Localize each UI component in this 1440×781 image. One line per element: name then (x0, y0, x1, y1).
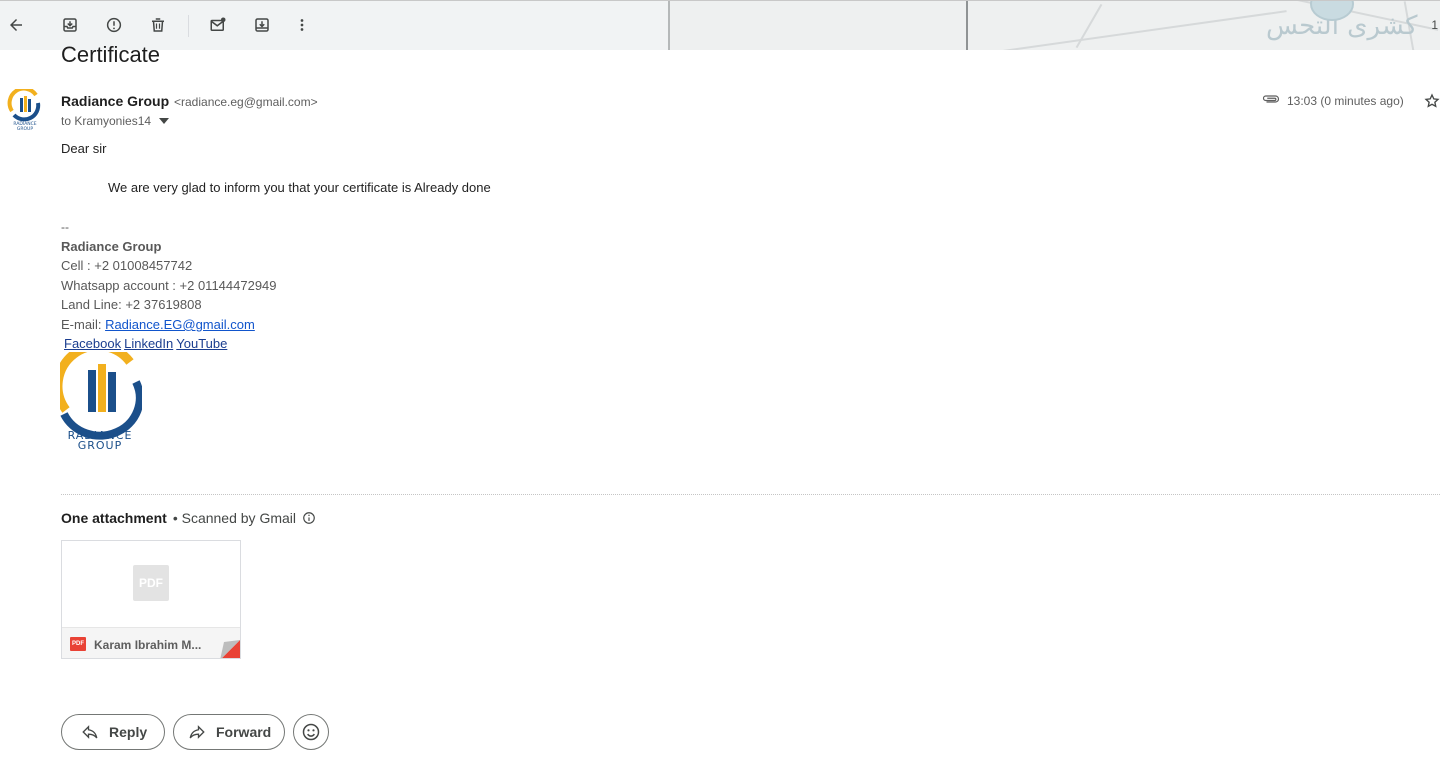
reply-button[interactable]: Reply (61, 714, 165, 750)
message-text: We are very glad to inform you that your… (108, 180, 491, 195)
signature-company: Radiance Group (61, 239, 162, 254)
attachments-header: One attachment • Scanned by Gmail (61, 510, 316, 526)
sender-email: <radiance.eg@gmail.com> (174, 95, 318, 109)
logo-text-group: GROUP (78, 439, 123, 450)
recipient-text: to Kramyonies14 (61, 114, 152, 128)
linkedin-link[interactable]: LinkedIn (124, 336, 173, 351)
signature-cell: Cell : +2 01008457742 (61, 258, 193, 273)
attachment-footer: PDF Karam Ibrahim M... (62, 627, 240, 658)
pdf-preview-icon: PDF (133, 565, 169, 601)
caret-down-icon[interactable] (159, 118, 170, 124)
email-subject: Certificate (61, 42, 161, 67)
forward-icon (189, 725, 205, 739)
attachments-divider (61, 494, 1440, 495)
emoji-icon (302, 723, 320, 741)
youtube-link[interactable]: YouTube (176, 336, 227, 351)
greeting-text: Dear sir (61, 141, 107, 156)
forward-label: Forward (216, 724, 272, 740)
mark-unread-icon[interactable] (202, 9, 234, 41)
more-vert-icon[interactable] (286, 9, 318, 41)
facebook-link[interactable]: Facebook (64, 336, 121, 351)
signature-separator: -- (61, 220, 69, 234)
star-icon[interactable] (1424, 93, 1440, 109)
back-arrow-icon[interactable] (0, 9, 32, 41)
toolbar-separator (188, 15, 189, 37)
move-to-icon[interactable] (246, 9, 278, 41)
info-icon[interactable] (302, 511, 316, 525)
signature-landline: Land Line: +2 37619808 (61, 297, 202, 312)
report-spam-icon[interactable] (98, 9, 130, 41)
toolbar: كشرى التحس 1 (0, 0, 1440, 50)
attachment-clip-icon (1262, 95, 1280, 103)
signature-email-label: E-mail: (61, 317, 106, 332)
reply-icon (82, 725, 98, 739)
attachment-card[interactable]: PDF PDF Karam Ibrahim M... (61, 540, 241, 659)
pdf-file-icon: PDF (70, 637, 86, 651)
scanned-by-gmail: • Scanned by Gmail (172, 510, 296, 526)
attachments-title: One attachment (61, 510, 167, 526)
forward-button[interactable]: Forward (173, 714, 285, 750)
social-links: Facebook LinkedIn YouTube (64, 336, 230, 351)
recipient-line[interactable]: to Kramyonies14 (61, 114, 170, 128)
sender-avatar[interactable]: RADIANCE GROUP (6, 86, 44, 132)
archive-icon[interactable] (54, 9, 86, 41)
company-logo: RADIANCE GROUP (53, 341, 144, 452)
pagination-count: 1 (1431, 18, 1438, 32)
signature-whatsapp: Whatsapp account : +2 01144472949 (61, 278, 277, 293)
signature-email-link[interactable]: Radiance.EG@gmail.com (105, 317, 255, 332)
signature-email-line: E-mail: Radiance.EG@gmail.com (61, 317, 255, 332)
reply-label: Reply (109, 724, 148, 740)
attachment-file-name: Karam Ibrahim M... (94, 638, 202, 652)
avatar-text-group: GROUP (17, 126, 33, 131)
page-curl-icon (220, 640, 240, 658)
emoji-reaction-button[interactable] (293, 714, 329, 750)
delete-icon[interactable] (142, 9, 174, 41)
email-time: 13:03 (0 minutes ago) (1287, 94, 1404, 108)
sender-name[interactable]: Radiance Group (61, 93, 169, 109)
